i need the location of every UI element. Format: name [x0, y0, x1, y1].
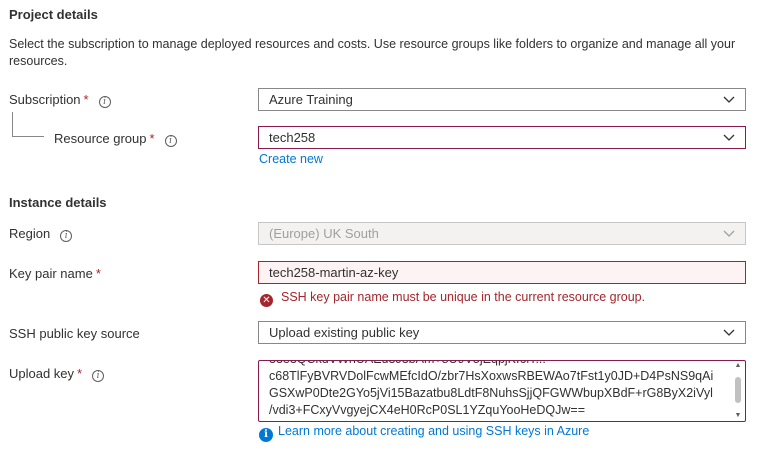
key-pair-label: Key pair name: [9, 266, 93, 281]
resource-group-select[interactable]: tech258: [258, 126, 746, 149]
project-details-heading: Project details: [9, 7, 98, 22]
learn-more-text[interactable]: Learn more about creating and using SSH …: [278, 424, 589, 438]
scroll-down-icon[interactable]: ▼: [734, 412, 742, 419]
create-new-link[interactable]: Create new: [259, 152, 323, 166]
info-icon[interactable]: i: [98, 96, 111, 108]
subscription-label: Subscription: [9, 92, 81, 107]
info-icon[interactable]: i: [60, 230, 73, 242]
resource-group-label: Resource group: [54, 131, 147, 146]
tree-connector-horizontal: [12, 136, 44, 137]
resource-group-value: tech258: [269, 130, 316, 145]
info-filled-icon: i: [259, 428, 273, 442]
ssh-source-value: Upload existing public key: [269, 325, 420, 340]
chevron-down-icon: [723, 96, 735, 103]
upload-key-value: 33e3QCkdVWnUAEu3J3bAm+8U9V5jEqpjKI6iT...…: [269, 361, 714, 417]
vm-create-form: Project details Select the subscription …: [0, 0, 770, 468]
ssh-source-select[interactable]: Upload existing public key: [258, 321, 746, 344]
ssh-source-label: SSH public key source: [9, 326, 140, 341]
project-details-description: Select the subscription to manage deploy…: [9, 37, 736, 68]
subscription-select[interactable]: Azure Training: [258, 88, 746, 111]
resource-group-label-group: Resource group * i: [54, 131, 177, 147]
key-pair-error-text: SSH key pair name must be unique in the …: [281, 290, 646, 304]
upload-key-label-group: Upload key * i: [9, 366, 105, 382]
upload-key-label: Upload key: [9, 366, 75, 381]
key-pair-name-input[interactable]: tech258-martin-az-key: [258, 261, 746, 284]
instance-details-heading: Instance details: [9, 195, 107, 210]
error-circle-icon: ✕: [260, 294, 273, 307]
key-pair-label-group: Key pair name *: [9, 266, 101, 281]
key-pair-value: tech258-martin-az-key: [269, 265, 399, 280]
chevron-down-icon: [723, 329, 735, 336]
region-label: Region: [9, 226, 51, 241]
chevron-down-icon: [723, 134, 735, 141]
region-select: (Europe) UK South: [258, 222, 746, 245]
required-marker: *: [77, 366, 83, 381]
textarea-scrollbar[interactable]: ▲ ▼: [733, 362, 743, 419]
upload-key-textarea[interactable]: 33e3QCkdVWnUAEu3J3bAm+8U9V5jEqpjKI6iT...…: [258, 360, 746, 422]
region-label-group: Region i: [9, 226, 73, 242]
required-marker: *: [83, 92, 89, 107]
scroll-up-icon[interactable]: ▲: [734, 362, 742, 369]
scrollbar-thumb[interactable]: [735, 377, 741, 403]
key-pair-error-message: ✕ SSH key pair name must be unique in the…: [260, 290, 645, 307]
region-value: (Europe) UK South: [269, 226, 379, 241]
info-icon[interactable]: i: [92, 370, 105, 382]
required-marker: *: [95, 266, 101, 281]
chevron-down-icon: [723, 230, 735, 237]
learn-more-ssh-link[interactable]: i Learn more about creating and using SSH…: [259, 424, 589, 442]
info-icon[interactable]: i: [164, 135, 177, 147]
tree-connector-vertical: [12, 112, 13, 136]
subscription-value: Azure Training: [269, 92, 353, 107]
subscription-label-group: Subscription * i: [9, 92, 111, 108]
required-marker: *: [149, 131, 155, 146]
